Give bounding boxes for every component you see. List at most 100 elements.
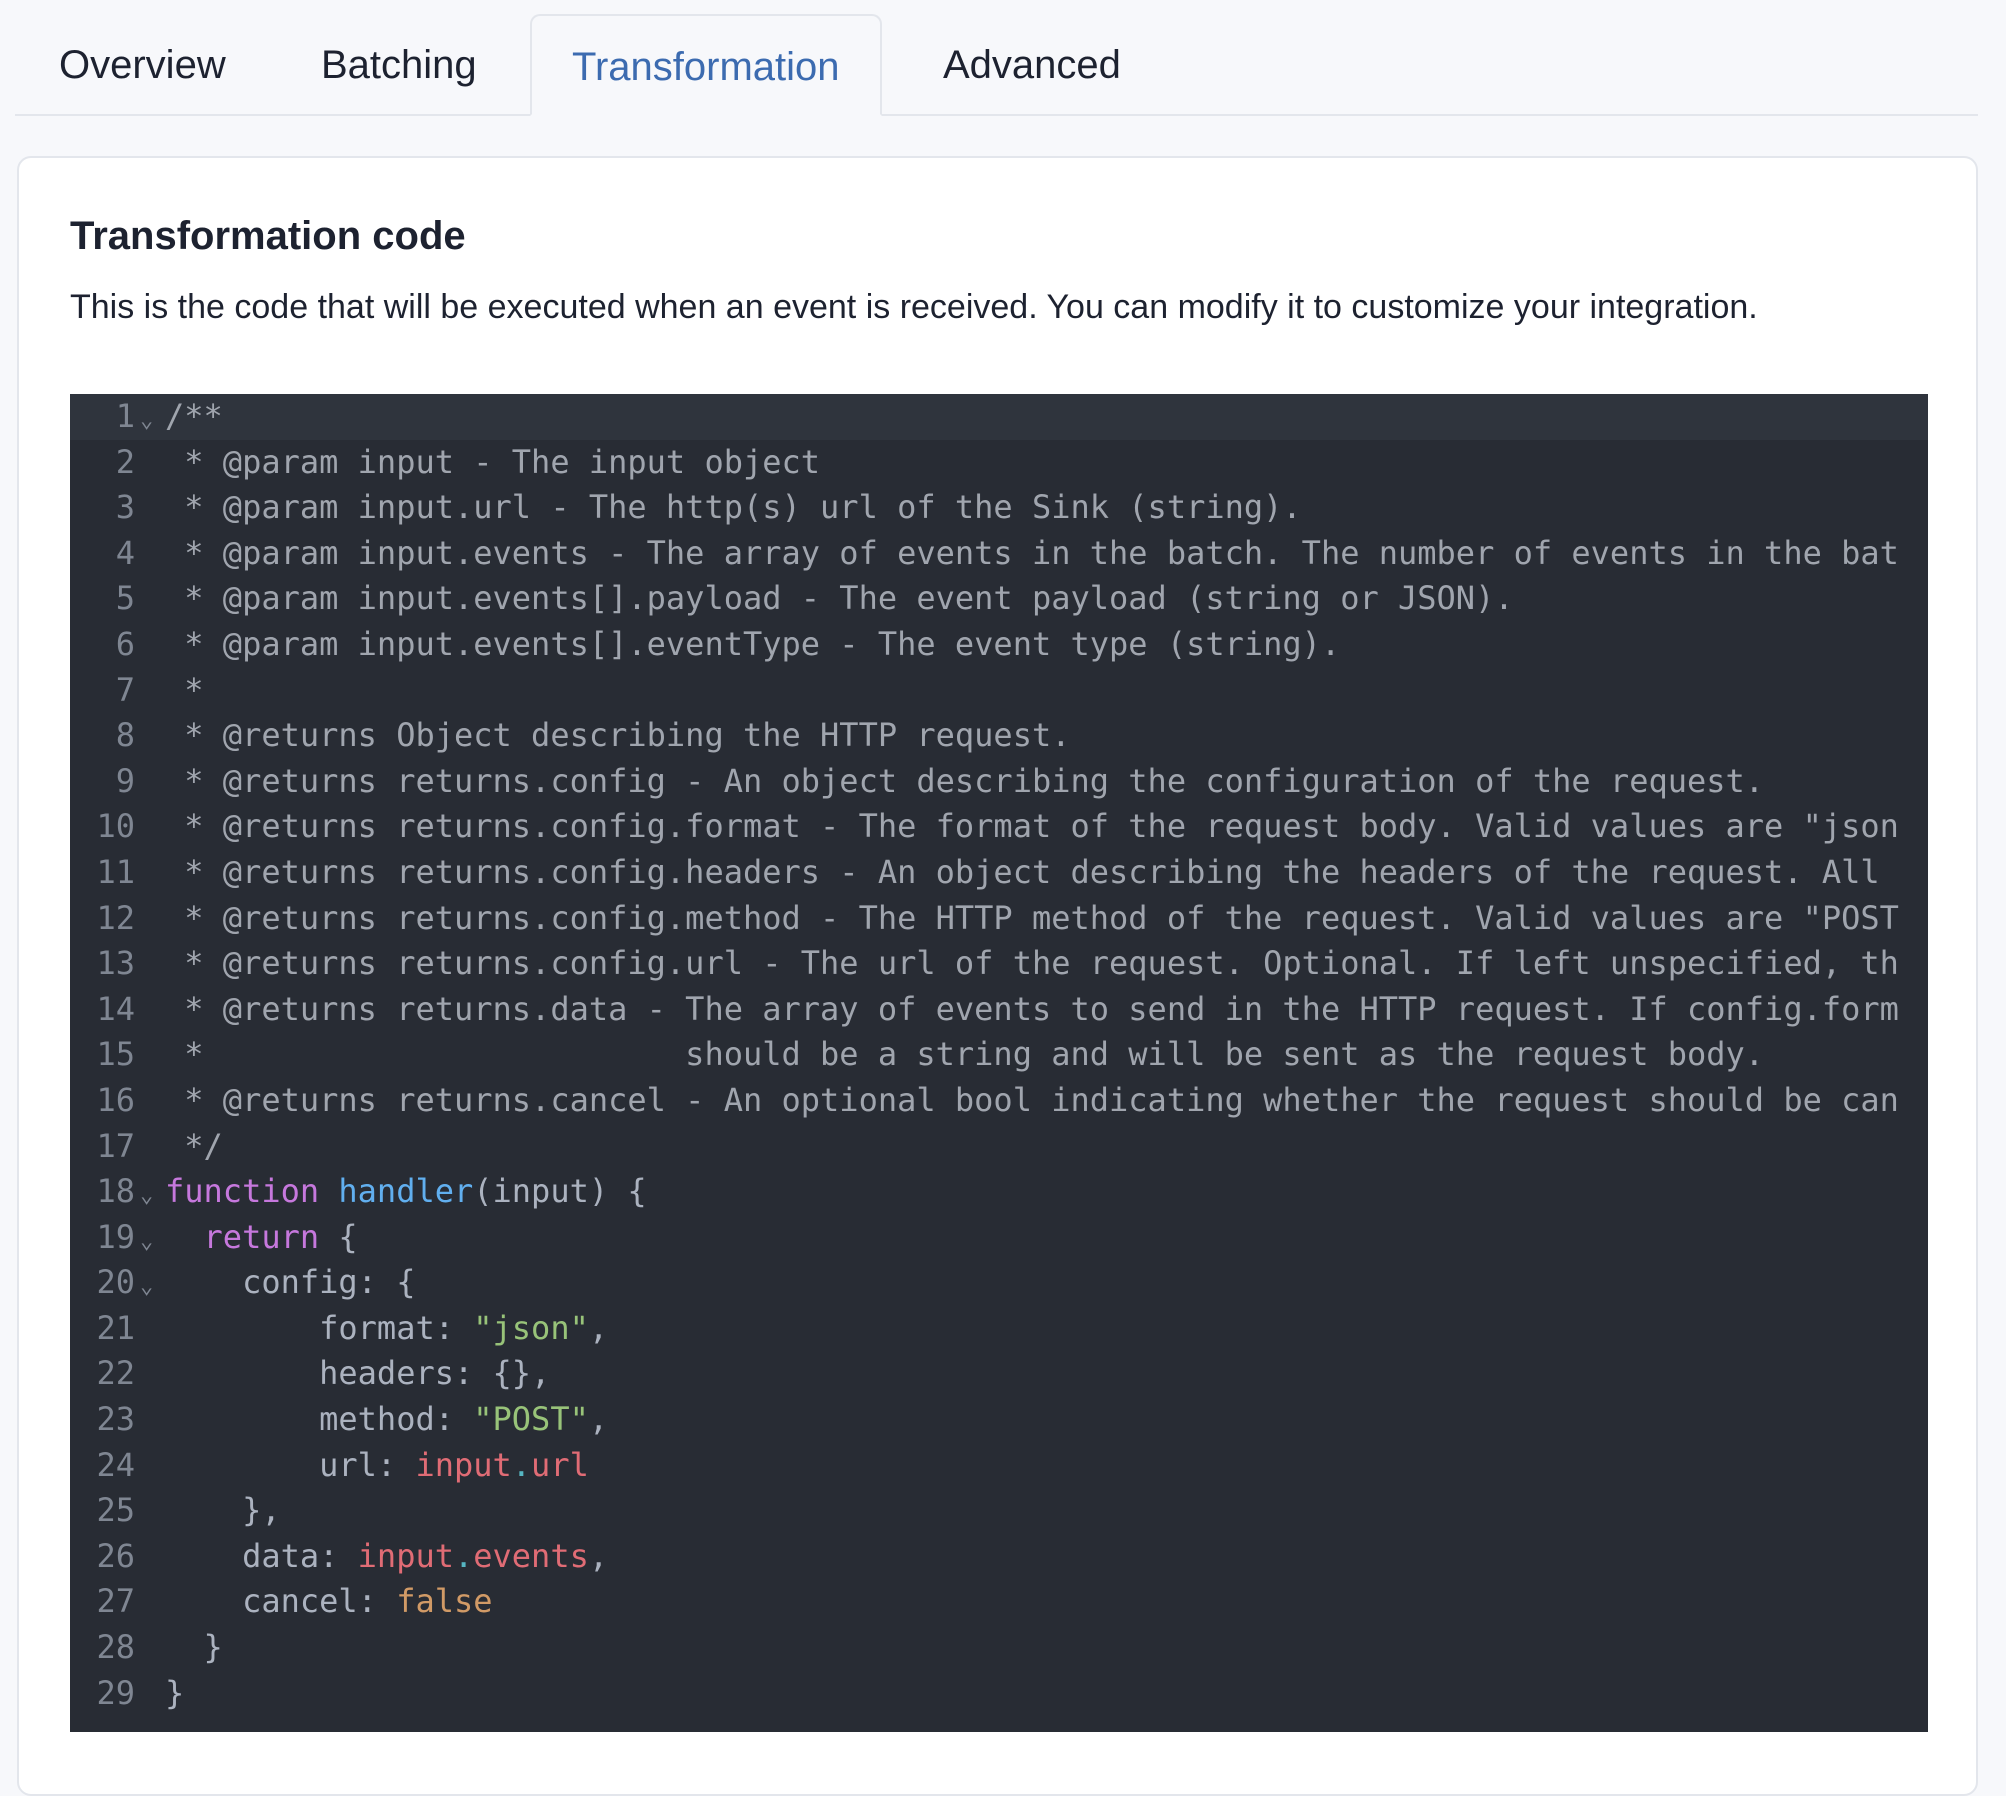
line-number: 19 bbox=[96, 1217, 135, 1256]
code-line[interactable]: 9 * @returns returns.config - An object … bbox=[70, 759, 1928, 805]
code-token: config: { bbox=[165, 1263, 416, 1302]
code-token: url: bbox=[165, 1445, 416, 1484]
line-number: 11 bbox=[96, 852, 135, 891]
code-text: cancel: false bbox=[165, 1579, 493, 1625]
code-line[interactable]: 7 * bbox=[70, 668, 1928, 714]
code-text: /** bbox=[165, 394, 223, 440]
code-token: , bbox=[588, 1308, 609, 1347]
code-text: url: input.url bbox=[165, 1443, 589, 1489]
code-line[interactable]: 14 * @returns returns.data - The array o… bbox=[70, 987, 1928, 1033]
code-line[interactable]: 1 ⌄/** bbox=[70, 394, 1928, 440]
code-text: * @returns Object describing the HTTP re… bbox=[165, 713, 1070, 759]
code-line[interactable]: 3 * @param input.url - The http(s) url o… bbox=[70, 485, 1928, 531]
code-line[interactable]: 25 }, bbox=[70, 1488, 1928, 1534]
code-text: * @returns returns.config.method - The H… bbox=[165, 896, 1899, 942]
code-text: * @returns returns.config.format - The f… bbox=[165, 804, 1899, 850]
code-line[interactable]: 24 url: input.url bbox=[70, 1443, 1928, 1489]
code-line[interactable]: 10 * @returns returns.config.format - Th… bbox=[70, 804, 1928, 850]
code-line[interactable]: 17 */ bbox=[70, 1124, 1928, 1170]
code-line[interactable]: 19 ⌄ return { bbox=[70, 1215, 1928, 1261]
fold-chevron-icon[interactable]: ⌄ bbox=[140, 1173, 164, 1219]
code-token: }, bbox=[165, 1491, 281, 1530]
line-number: 1 bbox=[115, 397, 135, 435]
fold-chevron-icon[interactable]: ⌄ bbox=[140, 1264, 164, 1310]
code-text: * @param input.events[].payload - The ev… bbox=[165, 576, 1513, 622]
code-text: method: "POST", bbox=[165, 1397, 608, 1443]
code-line[interactable]: 21 format: "json", bbox=[70, 1306, 1928, 1352]
code-line[interactable]: 18 ⌄ function handler(input) { bbox=[70, 1169, 1928, 1215]
line-number: 22 bbox=[96, 1354, 135, 1393]
code-token: } bbox=[165, 1628, 223, 1667]
code-line[interactable]: 2 * @param input - The input object bbox=[70, 440, 1928, 486]
code-line[interactable]: 28 } bbox=[70, 1625, 1928, 1671]
code-token: false bbox=[396, 1582, 493, 1621]
code-token: . bbox=[511, 1445, 532, 1484]
code-line[interactable]: 12 * @returns returns.config.method - Th… bbox=[70, 896, 1928, 942]
code-line[interactable]: 8 * @returns Object describing the HTTP … bbox=[70, 713, 1928, 759]
code-token: data: bbox=[165, 1536, 358, 1575]
code-token: * @param input.events[].eventType - The … bbox=[165, 624, 1341, 663]
code-token: { bbox=[319, 1217, 358, 1256]
line-number: 8 bbox=[115, 716, 135, 755]
tab-bar: Overview Batching Transformation Advance… bbox=[15, 0, 1978, 116]
code-text: * @returns returns.cancel - An optional … bbox=[165, 1078, 1899, 1124]
code-line[interactable]: 15 * should be a string and will be sent… bbox=[70, 1032, 1928, 1078]
line-number: 21 bbox=[96, 1308, 135, 1347]
line-number: 27 bbox=[96, 1582, 135, 1621]
code-text: } bbox=[165, 1671, 184, 1717]
code-token: "POST" bbox=[473, 1400, 589, 1439]
tab-transformation[interactable]: Transformation bbox=[530, 14, 882, 116]
code-line[interactable]: 5 * @param input.events[].payload - The … bbox=[70, 576, 1928, 622]
code-token: , bbox=[588, 1536, 609, 1575]
code-text: * @param input.events[].eventType - The … bbox=[165, 622, 1340, 668]
line-number: 24 bbox=[96, 1445, 135, 1484]
line-number: 9 bbox=[115, 761, 135, 800]
code-token: * @param input.events - The array of eve… bbox=[165, 533, 1899, 572]
code-line[interactable]: 16 * @returns returns.cancel - An option… bbox=[70, 1078, 1928, 1124]
code-text: * should be a string and will be sent as… bbox=[165, 1032, 1764, 1078]
code-token: } bbox=[165, 1673, 185, 1712]
section-description: This is the code that will be executed w… bbox=[70, 288, 1758, 326]
code-line[interactable]: 26 data: input.events, bbox=[70, 1534, 1928, 1580]
code-line[interactable]: 13 * @returns returns.config.url - The u… bbox=[70, 941, 1928, 987]
code-token: * @returns returns.cancel - An optional … bbox=[165, 1080, 1899, 1119]
code-token: * @param input.url - The http(s) url of … bbox=[165, 488, 1302, 527]
code-token: function bbox=[165, 1172, 320, 1211]
code-text: config: { bbox=[165, 1260, 415, 1306]
code-line[interactable]: 11 * @returns returns.config.headers - A… bbox=[70, 850, 1928, 896]
code-line[interactable]: 29} bbox=[70, 1671, 1928, 1717]
line-number: 26 bbox=[96, 1536, 135, 1575]
code-text: headers: {}, bbox=[165, 1351, 550, 1397]
code-line[interactable]: 27 cancel: false bbox=[70, 1579, 1928, 1625]
fold-chevron-icon[interactable]: ⌄ bbox=[140, 1219, 164, 1265]
line-number: 4 bbox=[115, 533, 135, 572]
tab-advanced[interactable]: Advanced bbox=[943, 14, 1121, 116]
line-number: 7 bbox=[115, 670, 135, 709]
code-line[interactable]: 4 * @param input.events - The array of e… bbox=[70, 531, 1928, 577]
code-text: * @param input - The input object bbox=[165, 440, 820, 486]
code-token: * @returns returns.config.method - The H… bbox=[165, 898, 1899, 937]
code-token: . bbox=[453, 1536, 474, 1575]
code-text: * @returns returns.config - An object de… bbox=[165, 759, 1764, 805]
code-text: * @returns returns.config.url - The url … bbox=[165, 941, 1899, 987]
code-text: * @param input.events - The array of eve… bbox=[165, 531, 1899, 577]
code-text: * @returns returns.config.headers - An o… bbox=[165, 850, 1879, 896]
code-line[interactable]: 23 method: "POST", bbox=[70, 1397, 1928, 1443]
code-text: return { bbox=[165, 1215, 358, 1261]
line-number: 18 bbox=[96, 1172, 135, 1211]
code-token: return bbox=[203, 1217, 320, 1256]
code-text: * bbox=[165, 668, 203, 714]
code-token: events bbox=[473, 1536, 589, 1575]
tab-batching[interactable]: Batching bbox=[321, 14, 477, 116]
code-editor[interactable]: 1 ⌄/** 2 * @param input - The input object… bbox=[70, 394, 1928, 1732]
code-token: cancel: bbox=[165, 1582, 397, 1621]
line-number: 17 bbox=[96, 1126, 135, 1165]
fold-chevron-icon[interactable]: ⌄ bbox=[140, 398, 164, 444]
tab-overview[interactable]: Overview bbox=[59, 14, 226, 116]
code-line[interactable]: 20 ⌄ config: { bbox=[70, 1260, 1928, 1306]
code-token: handler bbox=[338, 1172, 474, 1211]
code-text: */ bbox=[165, 1124, 223, 1170]
code-token: /** bbox=[165, 397, 223, 435]
code-line[interactable]: 6 * @param input.events[].eventType - Th… bbox=[70, 622, 1928, 668]
code-line[interactable]: 22 headers: {}, bbox=[70, 1351, 1928, 1397]
